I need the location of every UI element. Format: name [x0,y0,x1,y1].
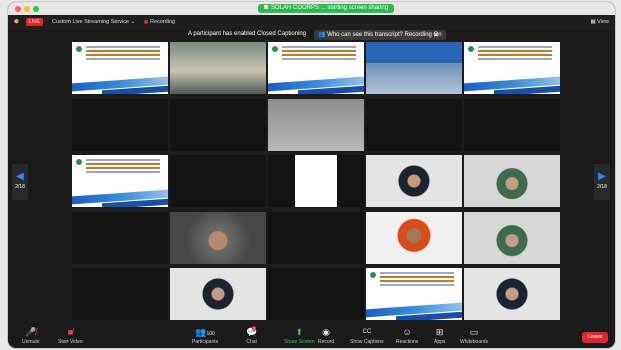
video-tile[interactable] [464,212,560,264]
record-icon: ◉ [322,327,330,337]
screen-share-banner[interactable]: SOLAH COORPS ... starting screen sharing [258,4,395,13]
record-label: Record [318,339,335,345]
live-stream-dropdown[interactable]: Custom Live Streaming Service ⌄ [52,19,135,25]
video-tile[interactable] [72,42,168,94]
grid-view-icon: ▦ [590,19,596,25]
start-video-button[interactable]: ■̸ Start Video [58,327,83,345]
share-screen-icon: ⬆ [295,327,304,337]
chevron-down-icon: ⌄ [130,19,136,25]
apps-icon: ⊞ [435,327,444,337]
show-captions-label: Show Captions [350,339,384,345]
participants-button[interactable]: 👥100 Participants [192,327,218,345]
show-captions-button[interactable]: CC Show Captions [350,327,384,345]
share-indicator-icon [264,5,268,10]
video-tile[interactable] [464,42,560,94]
video-tile[interactable] [170,212,266,264]
recording-label: Recording [150,19,176,25]
page-indicator-right: 2/18 [597,184,607,190]
minimize-window-button[interactable] [24,6,30,12]
video-tile[interactable] [366,212,462,264]
video-tile[interactable] [268,268,364,320]
close-icon[interactable]: ✕ [433,31,439,39]
transcript-visibility-button[interactable]: 👥 Who can see this transcript? Recording… [314,30,446,40]
video-tile[interactable] [170,155,266,207]
video-off-icon: ■̸ [67,327,74,337]
video-tile[interactable] [268,99,364,151]
next-page-button[interactable]: ▶ 2/18 [594,164,610,200]
gallery-grid [72,42,560,322]
video-tile[interactable] [464,268,560,320]
unmute-label: Unmute [22,339,40,345]
video-tile[interactable] [72,99,168,151]
video-tile[interactable] [72,155,168,207]
video-tile[interactable] [366,42,462,94]
video-tile[interactable] [72,268,168,320]
whiteboards-label: Whiteboards [460,339,489,345]
video-tile[interactable] [268,155,364,207]
zoom-window-button[interactable] [33,6,39,12]
video-tile[interactable] [170,268,266,320]
view-button[interactable]: ▦ View [590,19,609,25]
apps-label: Apps [434,339,446,345]
previous-page-button[interactable]: ◀ 2/18 [12,164,28,200]
participants-count: 100 [206,331,215,337]
page-indicator-left: 2/18 [15,184,25,190]
share-screen-button[interactable]: ⬆ Share Screen [284,327,315,345]
stream-label: Custom Live Streaming Service [52,19,130,25]
recording-indicator[interactable]: Recording [144,19,175,25]
video-tile[interactable] [366,268,462,320]
video-tile[interactable] [170,99,266,151]
reactions-label: Reactions [396,339,419,345]
video-tile[interactable] [268,42,364,94]
close-window-button[interactable] [15,6,21,12]
share-screen-label: Share Screen [284,339,315,345]
caption-notice: A participant has enabled Closed Caption… [8,30,615,42]
zoom-window: SOLAH COORPS ... starting screen sharing… [8,2,615,348]
people-icon: 👥 [318,32,326,38]
participants-icon: 👥100 [195,327,215,337]
start-video-label: Start Video [58,339,83,345]
meeting-toolbar: 🎤̸ Unmute ■̸ Start Video 👥100 Participan… [8,324,615,348]
participants-label: Participants [192,339,219,345]
unmute-button[interactable]: 🎤̸ Unmute [22,327,40,345]
chevron-right-icon: ▶ [598,171,606,182]
chat-label: Chat [246,339,257,345]
video-tile[interactable] [72,212,168,264]
view-label: View [597,19,609,25]
captions-icon: CC [362,329,372,335]
whiteboard-icon: ▭ [469,327,479,337]
whiteboards-button[interactable]: ▭ Whiteboards [460,327,488,345]
video-tile[interactable] [464,99,560,151]
microphone-muted-icon: 🎤̸ [25,327,37,337]
share-banner-text: SOLAH COORPS ... starting screen sharing [271,5,389,11]
video-tile[interactable] [464,155,560,207]
title-bar: SOLAH COORPS ... starting screen sharing [8,2,615,15]
record-button[interactable]: ◉ Record [318,327,334,345]
reactions-icon: ☺ [402,327,412,337]
shield-icon[interactable]: ⬢ [14,19,19,25]
video-tile[interactable] [170,42,266,94]
meeting-top-bar: ⬢ LIVE Custom Live Streaming Service ⌄ R… [8,15,615,30]
caption-notice-text: A participant has enabled Closed Caption… [188,31,307,37]
transcript-visibility-label: Who can see this transcript? Recording O… [327,32,442,38]
video-tile[interactable] [268,212,364,264]
apps-button[interactable]: ⊞ Apps [434,327,445,345]
leave-button[interactable]: Leave [582,332,608,343]
live-badge[interactable]: LIVE [26,18,43,26]
video-tile[interactable] [366,99,462,151]
reactions-button[interactable]: ☺ Reactions [396,327,418,345]
chat-button[interactable]: 💬 2 Chat [246,326,257,345]
video-tile[interactable] [366,155,462,207]
chevron-left-icon: ◀ [16,171,24,182]
record-dot-icon [144,19,148,24]
